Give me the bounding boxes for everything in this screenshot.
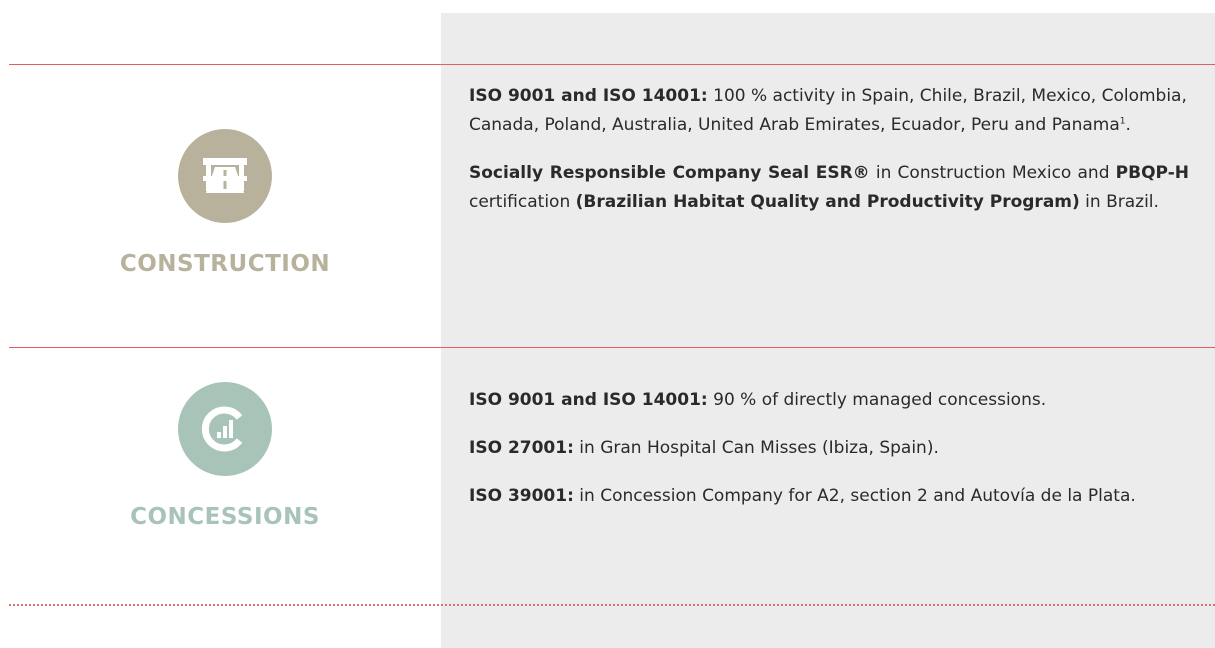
construction-iso-label: ISO 9001 and ISO 14001: <box>469 86 708 106</box>
concessions-sector: CONCESSIONS <box>9 382 441 530</box>
concession-chart-icon <box>178 382 272 476</box>
concessions-label: CONCESSIONS <box>130 504 320 530</box>
dotted-divider <box>9 604 1215 606</box>
iso-27001-label: ISO 27001: <box>469 438 574 458</box>
pbqp-program-name: (Brazilian Habitat Quality and Productiv… <box>575 192 1080 212</box>
esr-seal-label: Socially Responsible Company Seal ESR® <box>469 163 870 183</box>
concessions-paragraph: ISO 39001: in Concession Company for A2,… <box>469 482 1189 511</box>
iso-39001-text: in Concession Company for A2, section 2 … <box>573 486 1136 506</box>
section-divider <box>9 347 1215 348</box>
pbqp-label: PBQP-H <box>1115 163 1189 183</box>
concessions-paragraph: ISO 9001 and ISO 14001: 90 % of directly… <box>469 386 1189 415</box>
construction-sector: CONSTRUCTION <box>9 129 441 277</box>
section-divider <box>9 64 1215 65</box>
pbqp-text: certification <box>469 192 576 212</box>
iso-27001-text: in Gran Hospital Can Misses (Ibiza, Spai… <box>573 438 939 458</box>
concessions-content: ISO 9001 and ISO 14001: 90 % of directly… <box>469 386 1189 530</box>
iso-39001-label: ISO 39001: <box>469 486 574 506</box>
construction-iso-end: . <box>1125 115 1131 135</box>
construction-paragraph: ISO 9001 and ISO 14001: 100 % activity i… <box>469 82 1189 140</box>
construction-paragraph: Socially Responsible Company Seal ESR® i… <box>469 159 1189 217</box>
concessions-iso-label: ISO 9001 and ISO 14001: <box>469 390 708 410</box>
construction-content: ISO 9001 and ISO 14001: 100 % activity i… <box>469 82 1189 236</box>
highway-icon <box>178 129 272 223</box>
concessions-paragraph: ISO 27001: in Gran Hospital Can Misses (… <box>469 434 1189 463</box>
esr-seal-text: in Construction Mexico and <box>869 163 1116 183</box>
concessions-iso-text: 90 % of directly managed concessions. <box>707 390 1047 410</box>
construction-label: CONSTRUCTION <box>119 251 331 277</box>
pbqp-end: in Brazil. <box>1079 192 1159 212</box>
